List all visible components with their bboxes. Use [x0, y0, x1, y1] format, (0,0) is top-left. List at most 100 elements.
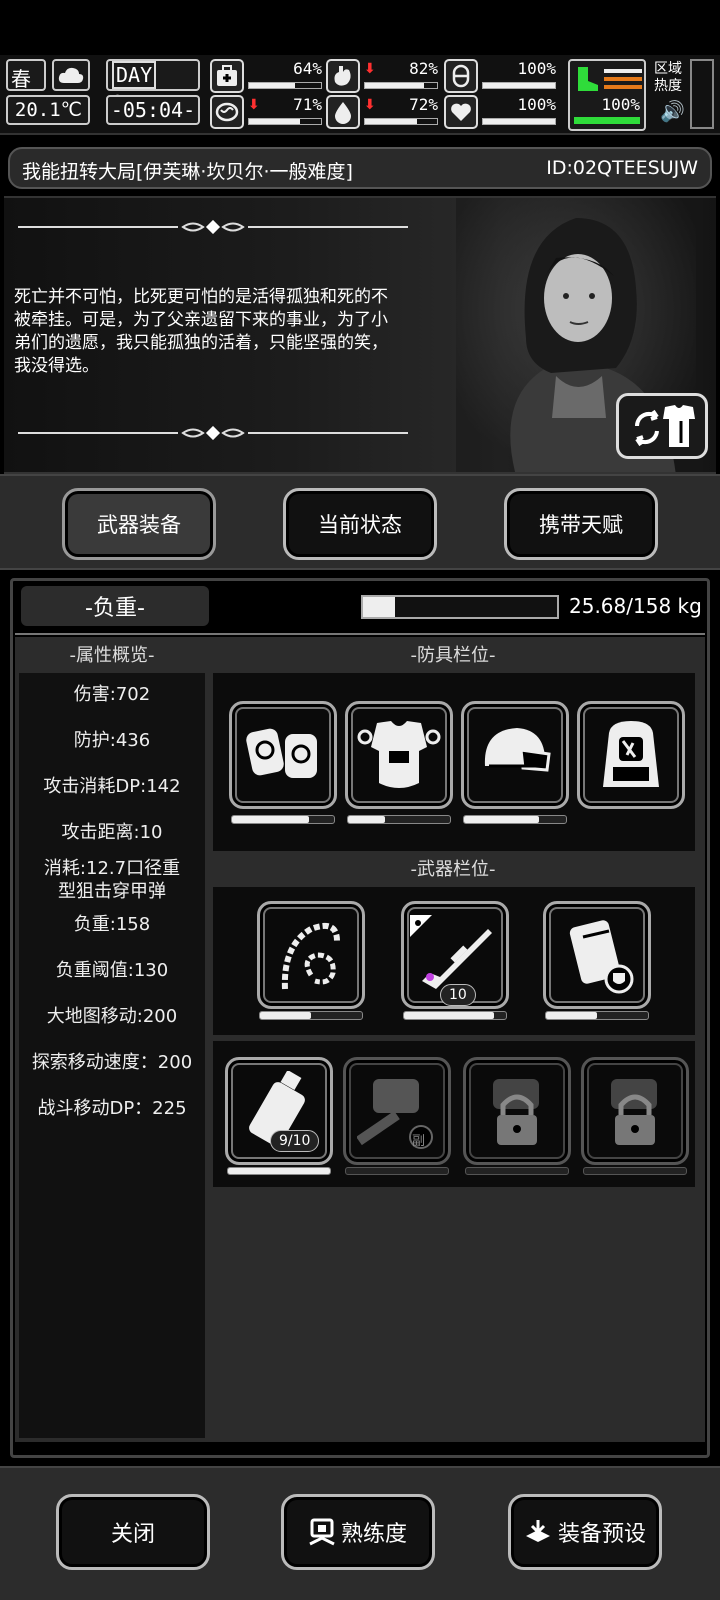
ammo-count-badge: 10 — [440, 984, 476, 1006]
secondary-label: 副 — [412, 1134, 426, 1149]
item-slot-4-locked[interactable] — [581, 1057, 689, 1165]
temperature-display: 20.1℃ — [6, 95, 90, 125]
armor-durability-3 — [463, 815, 567, 824]
day-counter: DAY 215 — [106, 59, 200, 115]
attr-attack-range: 攻击距离:10 — [61, 822, 163, 843]
tab-bar: 武器装备 当前状态 携带天赋 — [0, 474, 720, 570]
item-durability-2 — [345, 1167, 449, 1175]
speaker-icon[interactable]: 🔊 — [660, 99, 685, 123]
stomach-bar — [364, 82, 438, 89]
equipment-panel: -负重- 25.68/158 kg -属性概览- 伤害:702 防护:436 攻… — [10, 578, 710, 1458]
game-title: 我能扭转大局[伊芙琳·坎贝尔·一般难度] — [22, 161, 353, 183]
game-title-bar: 我能扭转大局[伊芙琳·坎贝尔·一般难度] ID:02QTEESUJW — [8, 147, 712, 189]
item-slot-1[interactable]: 9/10 — [225, 1057, 333, 1165]
heart-value: 100% — [517, 95, 556, 114]
attributes-list: 伤害:702 防护:436 攻击消耗DP:142 攻击距离:10 消耗:12.7… — [19, 673, 205, 1438]
divider — [15, 633, 705, 635]
item-slot-3-locked[interactable] — [463, 1057, 571, 1165]
proficiency-icon — [309, 1518, 335, 1546]
water-icon — [326, 95, 360, 129]
attr-load: 负重:158 — [73, 914, 151, 935]
lock-icon — [493, 1079, 539, 1145]
armor-slots — [213, 673, 695, 851]
tab-carried-talents[interactable]: 携带天赋 — [504, 488, 658, 560]
preset-icon — [525, 1520, 550, 1542]
weapon-slots: 10 — [213, 887, 695, 1035]
attr-map-move: 大地图移动:200 — [46, 1006, 178, 1027]
item-durability-4 — [583, 1167, 687, 1175]
water-value: 72% — [409, 95, 438, 114]
weapon-slot-main[interactable]: 10 — [401, 901, 509, 1009]
sniper-rifle-icon — [410, 915, 492, 989]
medkit-bar — [248, 82, 322, 89]
weapon-durability-2 — [403, 1011, 507, 1020]
attr-defense: 防护:436 — [73, 730, 151, 751]
attr-attack-dp: 攻击消耗DP:142 — [43, 776, 181, 797]
tab-weapons-equipment[interactable]: 武器装备 — [62, 488, 216, 560]
save-id: ID:02QTEESUJW — [546, 157, 698, 179]
close-button[interactable]: 关闭 — [56, 1494, 210, 1570]
ornament-bottom — [18, 426, 408, 440]
weapon-slot-shield[interactable] — [543, 901, 651, 1009]
gloves-icon — [246, 728, 317, 778]
pill-icon — [444, 59, 478, 93]
item-durability-3 — [465, 1167, 569, 1175]
attr-combat-move-dp: 战斗移动DP：225 — [37, 1098, 187, 1119]
weapon-durability-1 — [259, 1011, 363, 1020]
medkit-icon — [210, 59, 244, 93]
temperature-value: 20.1℃ — [14, 99, 82, 121]
stomach-value: 82% — [409, 59, 438, 78]
attributes-header: -属性概览- — [69, 645, 155, 666]
weather-cloud-icon — [52, 59, 90, 91]
boot-icon — [578, 67, 598, 91]
weight-label: -负重- — [21, 586, 209, 626]
day-label: DAY — [112, 61, 157, 89]
medkit-value: 64% — [293, 59, 322, 78]
weapons-header: -武器栏位- — [410, 859, 496, 880]
ornament-top — [18, 220, 408, 234]
armor-durability-1 — [231, 815, 335, 824]
item-slots: 9/10 副 — [213, 1041, 695, 1187]
season-badge: 春 — [6, 59, 46, 91]
water-bar — [364, 118, 438, 125]
clock-value: -05:04- — [110, 98, 196, 122]
region-heat-label: 区域热度 — [654, 61, 682, 94]
stomach-icon — [326, 59, 360, 93]
attr-load-threshold: 负重阈值:130 — [55, 960, 169, 981]
backpack-icon — [603, 721, 659, 787]
proficiency-button[interactable]: 熟练度 — [281, 1494, 435, 1570]
attr-explore-speed: 探索移动速度：200 — [31, 1052, 193, 1073]
character-story-panel: 死亡并不可怕，比死更可怕的是活得孤独和死的不被牵挂。可是，为了父亲遗留下来的事业… — [4, 196, 716, 474]
status-hud: 春 20.1℃ DAY 215 -05:04- 64%⬇82%100%⬇71%⬇… — [0, 55, 720, 135]
equipment-preset-button[interactable]: 装备预设 — [508, 1494, 662, 1570]
lock-icon — [611, 1079, 657, 1145]
armor-durability-2 — [347, 815, 451, 824]
attr-damage: 伤害:702 — [73, 684, 151, 705]
whip-icon — [281, 923, 340, 990]
shield-pack-icon — [569, 920, 634, 994]
brain-value: 71% — [293, 95, 322, 114]
weapon-slot-melee[interactable] — [257, 901, 365, 1009]
stamina-bar — [574, 117, 640, 124]
change-outfit-button[interactable] — [616, 393, 708, 459]
heart-icon — [444, 95, 478, 129]
proficiency-label: 熟练度 — [340, 1522, 407, 1547]
stamina-value: 100% — [601, 95, 640, 114]
pill-value: 100% — [517, 59, 556, 78]
attr-ammo: 消耗:12.7口径重型狙击穿甲弹 — [43, 858, 181, 902]
tab-current-status[interactable]: 当前状态 — [283, 488, 437, 560]
armor-slot-backpack[interactable] — [577, 701, 685, 809]
weapon-durability-3 — [545, 1011, 649, 1020]
armor-slot-body[interactable] — [345, 701, 453, 809]
stamina-panel: 100% — [568, 59, 646, 131]
armor-slot-helmet[interactable] — [461, 701, 569, 809]
helmet-icon — [484, 728, 551, 772]
weight-bar — [361, 595, 559, 619]
bottom-bar: 关闭 熟练度 装备预设 — [0, 1466, 720, 1600]
heat-meter — [690, 59, 714, 129]
armor-slot-gloves[interactable] — [229, 701, 337, 809]
armor-header: -防具栏位- — [410, 645, 496, 666]
season-label: 春 — [11, 67, 31, 91]
item-slot-2[interactable]: 副 — [343, 1057, 451, 1165]
brain-icon — [210, 95, 244, 129]
